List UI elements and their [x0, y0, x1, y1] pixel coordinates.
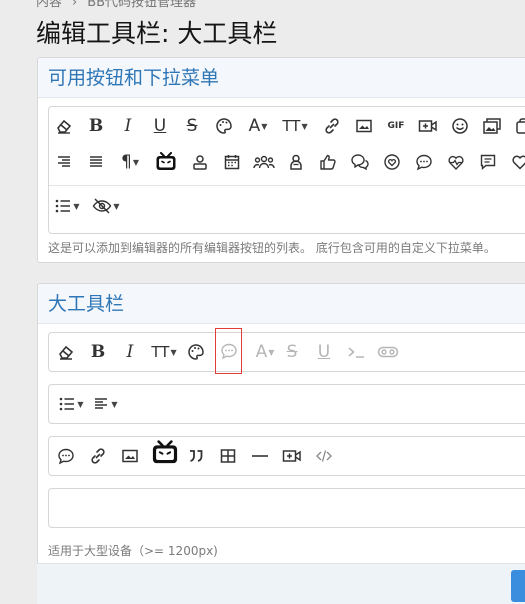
- form-submit-row: [37, 563, 525, 604]
- align-icon[interactable]: ▼: [89, 391, 121, 417]
- justify-icon[interactable]: [83, 149, 109, 175]
- strikethrough-icon[interactable]: S: [279, 339, 305, 365]
- quote-icon[interactable]: [183, 443, 209, 469]
- gallery-icon[interactable]: [479, 113, 505, 139]
- font-label: A: [248, 116, 261, 136]
- large-toolbar-panel: 大工具栏 B I TT ▼ A ▼ S U ▼ ▼ 适用于大型设备（>= 120…: [37, 283, 525, 603]
- image-icon[interactable]: [117, 443, 143, 469]
- toolbar-group-1: B I TT ▼ A ▼ S U: [48, 328, 525, 374]
- underline-icon[interactable]: U: [147, 113, 173, 139]
- smile-icon[interactable]: [447, 113, 473, 139]
- bold-icon[interactable]: B: [85, 339, 111, 365]
- bilibili-tv-icon[interactable]: [153, 149, 179, 175]
- bilibili-tv-icon[interactable]: [149, 440, 181, 466]
- available-row-1: B I U S A ▼ TT ▼ GIF: [49, 111, 525, 141]
- heartbeat-icon[interactable]: [443, 149, 469, 175]
- italic-icon[interactable]: I: [115, 113, 141, 139]
- thumbs-up-icon[interactable]: [315, 149, 341, 175]
- code-icon[interactable]: [311, 443, 337, 469]
- code-inline-icon[interactable]: [343, 339, 369, 365]
- available-buttons-box: B I U S A ▼ TT ▼ GIF ¶ ▼ ▼ ▼: [48, 106, 525, 234]
- toolbar-row-1: B I TT ▼ A ▼ S U: [49, 328, 525, 374]
- toolbar-drop-zone[interactable]: [48, 488, 525, 528]
- hide-eye-icon[interactable]: ▼: [89, 193, 123, 219]
- clear-formatting-icon[interactable]: [51, 113, 77, 139]
- toolbar-group-3: [48, 436, 525, 476]
- more-icon[interactable]: [511, 113, 525, 139]
- list-dropdown-icon[interactable]: ▼: [51, 193, 83, 219]
- text-size-icon[interactable]: TT ▼: [277, 113, 313, 139]
- spoiler-icon[interactable]: [375, 339, 401, 365]
- comment-icon[interactable]: [53, 443, 79, 469]
- clear-formatting-icon[interactable]: [53, 339, 79, 365]
- image-icon[interactable]: [351, 113, 377, 139]
- text-size-icon[interactable]: TT ▼: [147, 339, 181, 365]
- toolbar-group-2: ▼ ▼: [48, 384, 525, 424]
- breadcrumb-link-bbcode[interactable]: BB代码按钮管理器: [87, 0, 196, 10]
- message-box-icon[interactable]: [475, 149, 501, 175]
- calendar-icon[interactable]: [219, 149, 245, 175]
- video-plus-icon[interactable]: [279, 443, 305, 469]
- heart-shield-icon[interactable]: [379, 149, 405, 175]
- comment-placeholder-icon[interactable]: [215, 328, 242, 374]
- font-color-icon[interactable]: A ▼: [249, 339, 281, 365]
- row-divider: [49, 185, 525, 186]
- breadcrumb-link-content[interactable]: 内容: [36, 0, 62, 10]
- gif-icon[interactable]: GIF: [383, 113, 409, 139]
- list-icon[interactable]: ▼: [55, 391, 87, 417]
- page-title: 编辑工具栏: 大工具栏: [36, 19, 278, 48]
- underline-icon[interactable]: U: [311, 339, 337, 365]
- toolbar-row-3: [49, 440, 525, 471]
- horizontal-rule-icon[interactable]: [247, 443, 273, 469]
- paragraph-icon[interactable]: ¶ ▼: [113, 149, 147, 175]
- paragraph-label: ¶: [121, 152, 132, 172]
- toolbar-row-2: ▼ ▼: [49, 389, 525, 419]
- available-row-3: ▼ ▼: [49, 191, 525, 221]
- strikethrough-icon[interactable]: S: [179, 113, 205, 139]
- available-buttons-panel: 可用按钮和下拉菜单 B I U S A ▼ TT ▼ GIF ¶ ▼ ▼ ▼ 这…: [37, 57, 525, 263]
- text-size-label: TT: [151, 343, 170, 361]
- font-label: A: [255, 342, 268, 362]
- palette-icon[interactable]: [211, 113, 237, 139]
- font-size-icon[interactable]: A ▼: [241, 113, 275, 139]
- available-panel-title: 可用按钮和下拉菜单: [38, 58, 525, 98]
- toolbar-panel-hint: 适用于大型设备（>= 1200px): [48, 544, 218, 558]
- italic-icon[interactable]: I: [117, 339, 143, 365]
- link-icon[interactable]: [85, 443, 111, 469]
- palette-icon[interactable]: [183, 339, 209, 365]
- align-right-icon[interactable]: [51, 149, 77, 175]
- heart-icon[interactable]: [507, 149, 525, 175]
- user-card-icon[interactable]: [187, 149, 213, 175]
- contact-icon[interactable]: [283, 149, 309, 175]
- text-size-label: TT: [282, 117, 301, 135]
- chat-bubbles-icon[interactable]: [347, 149, 373, 175]
- bold-icon[interactable]: B: [83, 113, 109, 139]
- save-button[interactable]: [511, 570, 525, 602]
- link-icon[interactable]: [319, 113, 345, 139]
- toolbar-panel-title: 大工具栏: [38, 284, 525, 324]
- breadcrumb: 内容 › BB代码按钮管理器: [36, 0, 196, 10]
- breadcrumb-separator-icon: ›: [72, 0, 78, 10]
- table-icon[interactable]: [215, 443, 241, 469]
- available-panel-hint: 这是可以添加到编辑器的所有编辑器按钮的列表。 底行包含可用的自定义下拉菜单。: [48, 241, 496, 255]
- available-row-2: ¶ ▼: [49, 147, 525, 177]
- comment-icon[interactable]: [411, 149, 437, 175]
- video-plus-icon[interactable]: [415, 113, 441, 139]
- group-icon[interactable]: [249, 149, 279, 175]
